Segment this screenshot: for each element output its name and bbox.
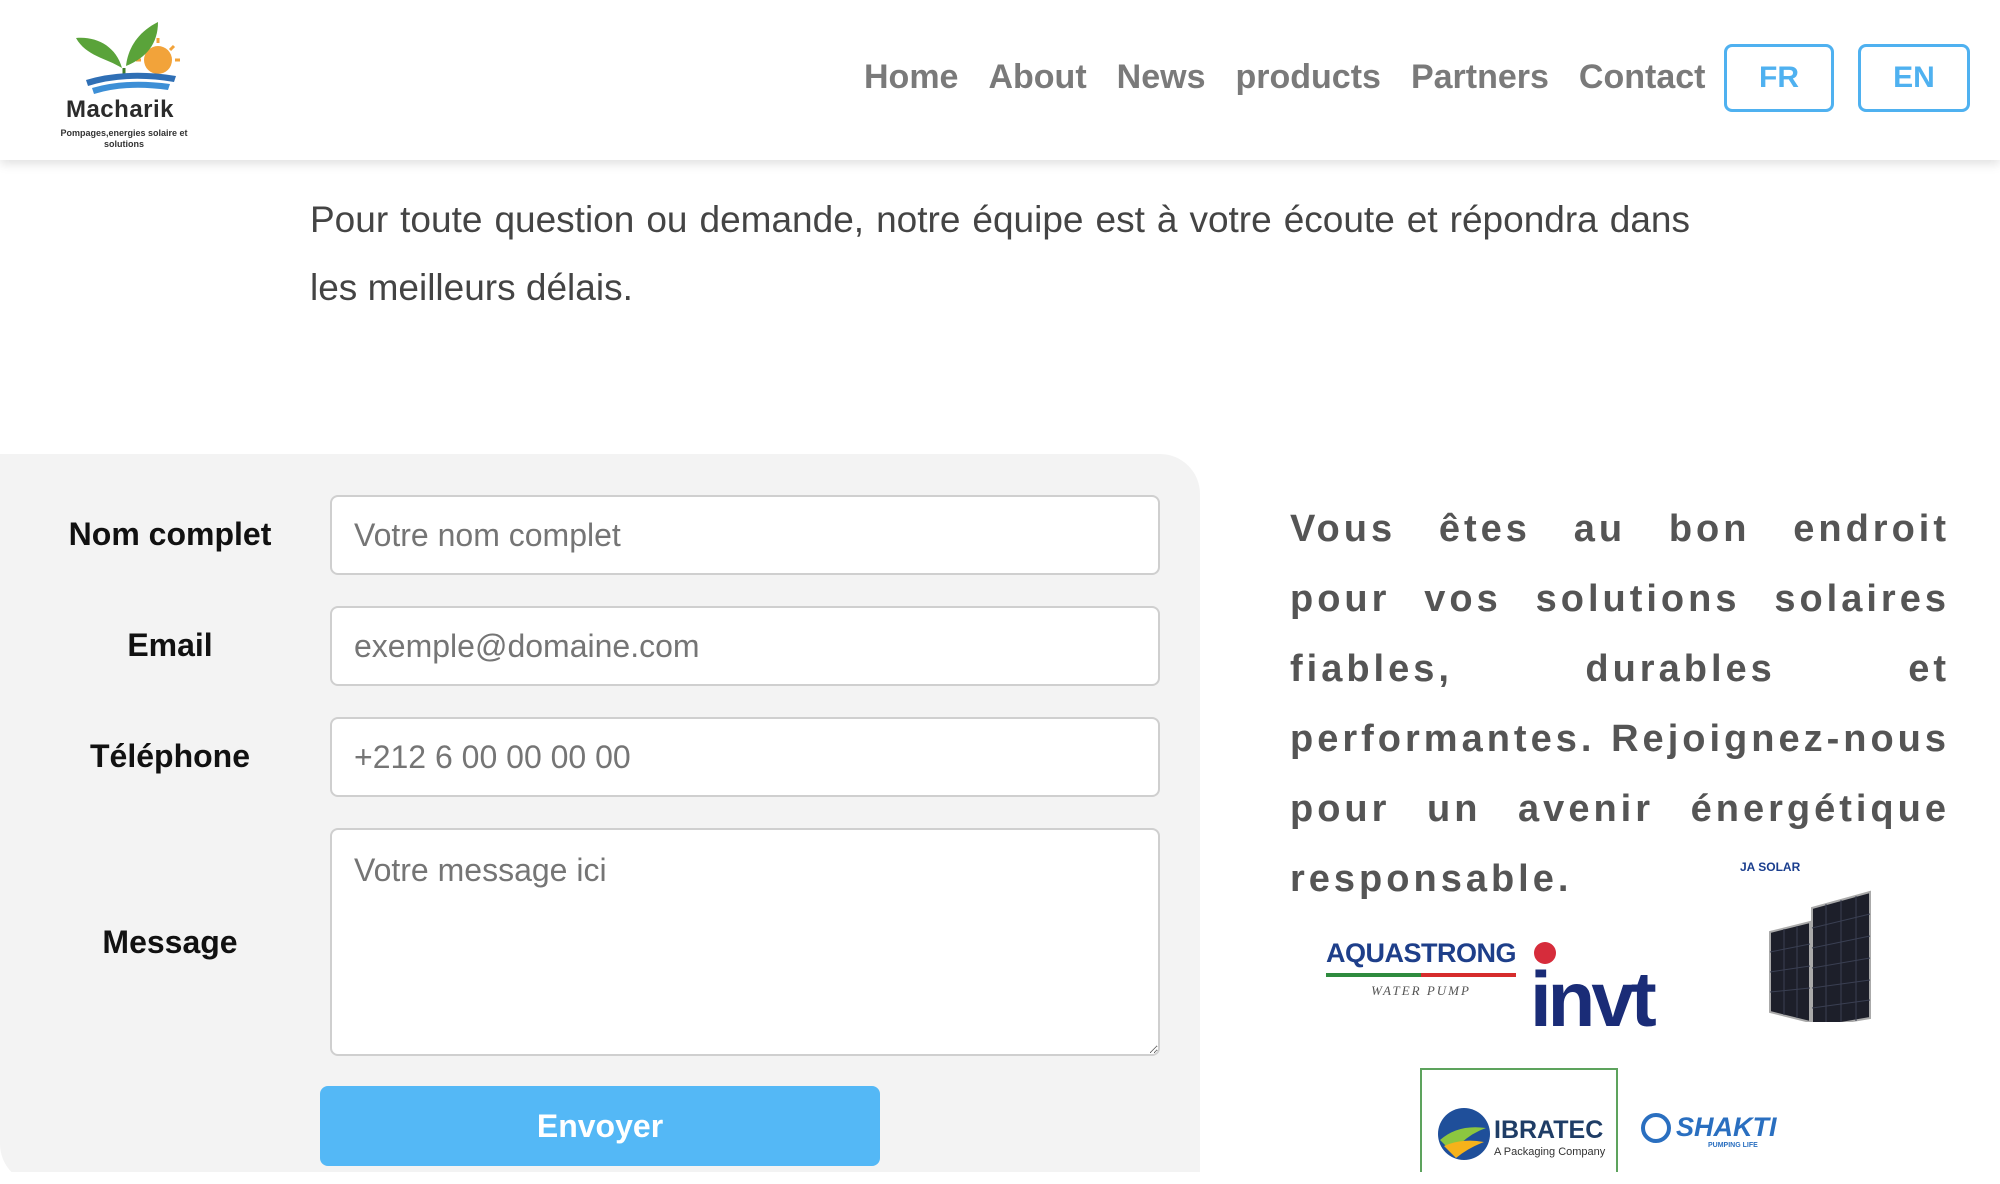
shakti-name: SHAKTI [1676,1112,1777,1142]
message-label: Message [102,924,238,960]
aquastrong-name: AQUASTRONG [1326,938,1517,968]
aquastrong-logo: AQUASTRONG WATER PUMP [1326,938,1517,1014]
shakti-sub: PUMPING LIFE [1708,1142,1758,1149]
brand-tagline: Pompages,energies solaire et solutions [60,128,188,149]
ibratec-name: IBRATEC [1494,1116,1604,1144]
nav-about[interactable]: About [988,58,1086,97]
nav-news[interactable]: News [1117,58,1206,97]
main-nav: Home About News products Partners Contac… [864,58,1705,97]
phone-label: Téléphone [89,738,250,774]
shakti-logo: SHAKTI PUMPING LIFE [1640,1112,1800,1162]
brand-name: Macharik [65,96,175,123]
lang-fr-button[interactable]: FR [1724,44,1834,112]
solar-panel-icon [1769,890,1871,1022]
pitch-text: Vous êtes au bon endroit pour vos soluti… [1290,508,1950,900]
intro-text: Pour toute question ou demande, notre éq… [310,199,1690,308]
invt-logo: invt [1530,942,1710,1038]
lang-en-button[interactable]: EN [1858,44,1970,112]
nav-partners[interactable]: Partners [1411,58,1549,97]
aquastrong-stripe [1326,973,1516,977]
email-input[interactable] [330,606,1160,686]
invt-name: invt [1530,955,1657,1043]
ibratec-sub: A Packaging Company [1494,1146,1606,1158]
message-textarea[interactable] [330,828,1160,1056]
jasolar-logo: JA SOLAR [1740,860,1880,1022]
email-label: Email [127,627,213,663]
aquastrong-sub: WATER PUMP [1371,983,1471,998]
brand-logo[interactable]: Macharik Pompages,energies solaire et so… [44,18,204,153]
shakti-swoosh-icon [1641,1113,1671,1143]
send-button[interactable]: Envoyer [320,1086,880,1166]
name-label: Nom complet [68,516,272,552]
nav-home[interactable]: Home [864,58,958,97]
name-input[interactable] [330,495,1160,575]
ibratec-logo: IBRATEC A Packaging Company [1420,1068,1618,1180]
nav-products[interactable]: products [1235,58,1380,97]
ibratec-globe-icon [1438,1108,1490,1160]
page-bottom-edge [0,1172,2000,1184]
phone-input[interactable] [330,717,1160,797]
nav-contact[interactable]: Contact [1579,58,1706,97]
logo-leaf-sun-icon [76,22,180,94]
site-header: Macharik Pompages,energies solaire et so… [0,0,2000,160]
